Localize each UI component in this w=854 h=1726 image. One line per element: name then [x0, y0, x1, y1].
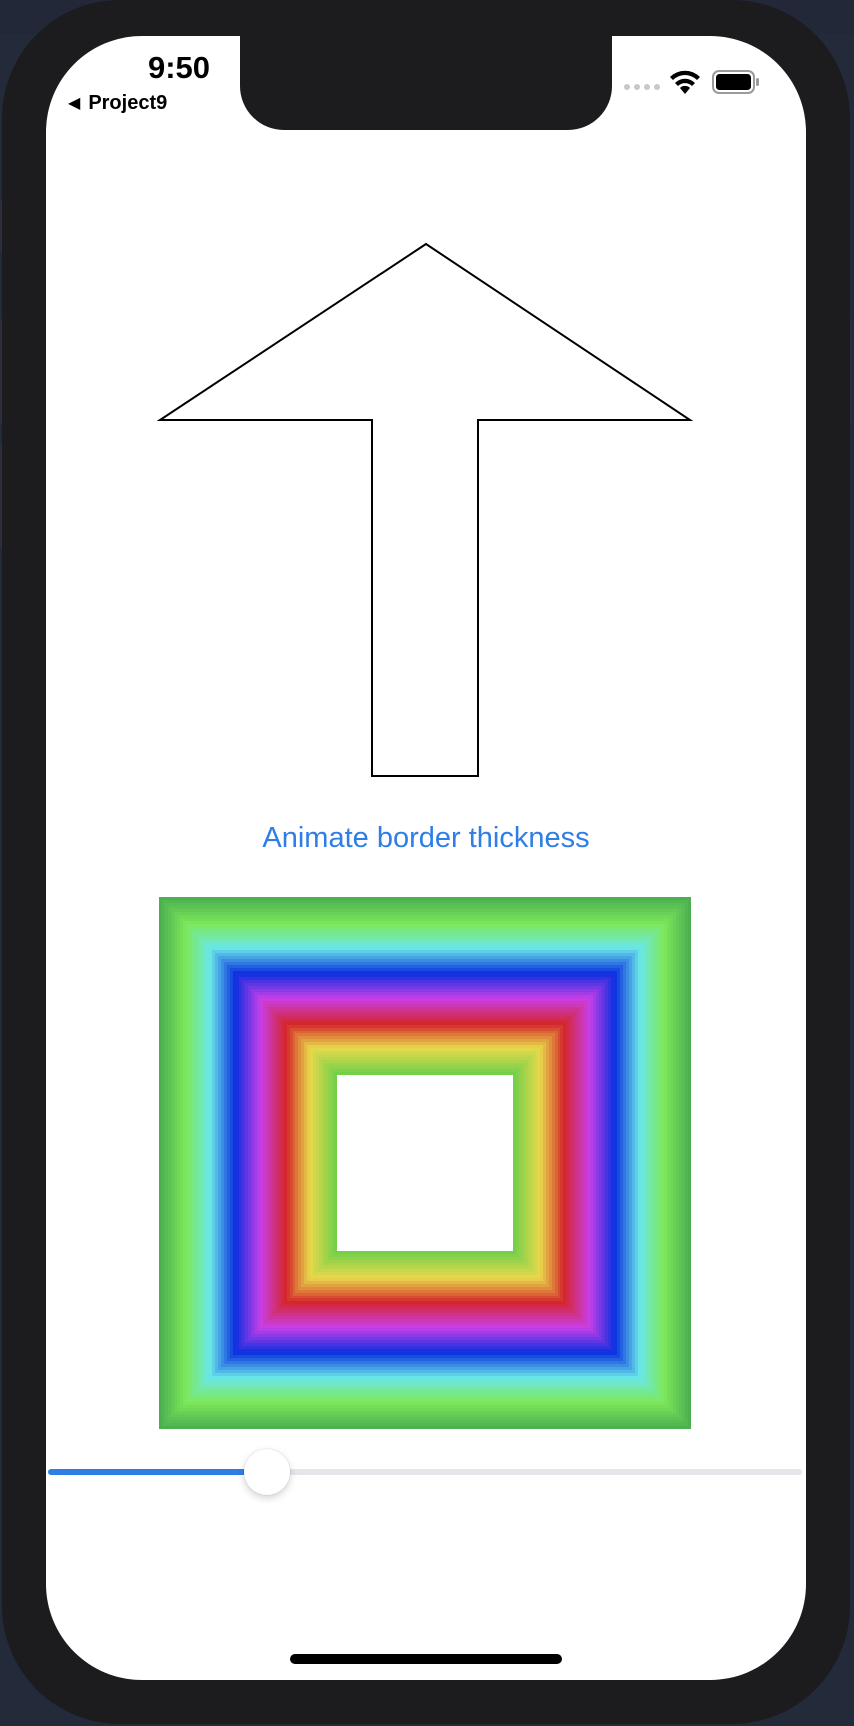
home-indicator[interactable] [290, 1654, 562, 1664]
up-arrow-shape [156, 242, 694, 777]
device-frame: 9:50 ◀ Project9 Animate border thickness [2, 0, 850, 1724]
slider-fill [48, 1469, 267, 1475]
color-cycling-square [159, 897, 691, 1429]
app-screen: 9:50 ◀ Project9 Animate border thickness [46, 36, 806, 1680]
animate-border-button[interactable]: Animate border thickness [46, 814, 806, 862]
up-arrow-outline [156, 242, 694, 777]
square-inner-fill [337, 1075, 513, 1251]
slider-thumb[interactable] [243, 1449, 290, 1495]
amount-slider[interactable] [46, 1442, 806, 1502]
